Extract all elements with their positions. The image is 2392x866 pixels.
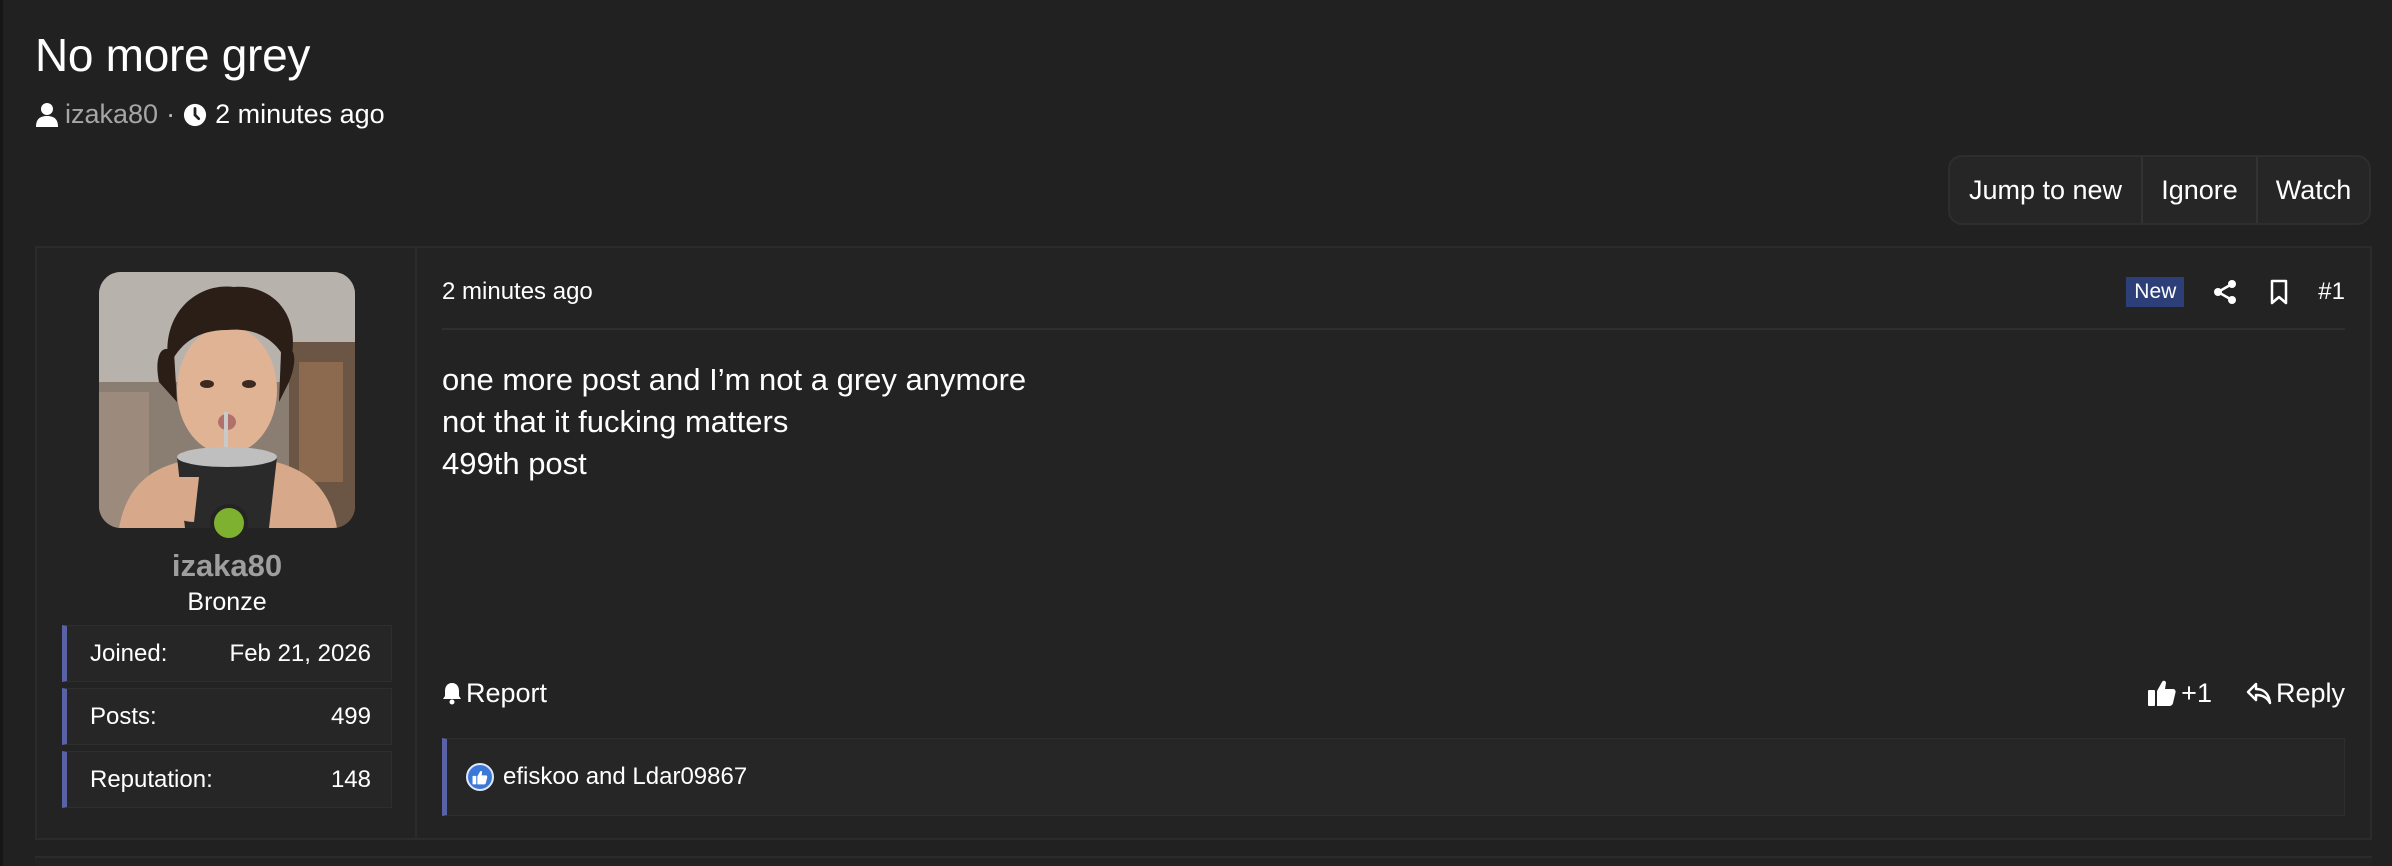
ignore-button[interactable]: Ignore bbox=[2141, 157, 2256, 223]
post-user-cell: izaka80 Bronze Joined: Feb 21, 2026 Post… bbox=[37, 248, 417, 838]
next-post-edge bbox=[35, 856, 2372, 866]
clock-icon bbox=[183, 102, 207, 128]
bookmark-icon[interactable] bbox=[2264, 277, 2294, 307]
page-left-edge bbox=[0, 0, 3, 866]
stat-value: Feb 21, 2026 bbox=[229, 639, 371, 667]
post-body: one more post and I’m not a grey anymore… bbox=[442, 359, 1026, 485]
stat-label: Posts: bbox=[90, 702, 157, 730]
post-line: one more post and I’m not a grey anymore bbox=[442, 362, 1027, 397]
post-actions: Report +1 Reply bbox=[442, 671, 2345, 715]
reply-button[interactable]: Reply bbox=[2246, 678, 2345, 709]
user-title: Bronze bbox=[187, 588, 267, 616]
watch-button[interactable]: Watch bbox=[2256, 157, 2369, 223]
post-header: 2 minutes ago New #1 bbox=[442, 274, 2345, 330]
thread-action-group: Jump to new Ignore Watch bbox=[1948, 155, 2371, 225]
like-button[interactable]: +1 bbox=[2147, 678, 2212, 709]
stat-joined: Joined: Feb 21, 2026 bbox=[62, 625, 392, 682]
stat-label: Reputation: bbox=[90, 765, 213, 793]
avatar[interactable] bbox=[99, 272, 355, 528]
share-icon[interactable] bbox=[2210, 277, 2240, 307]
reactions-bar[interactable]: efiskoo and Ldar09867 bbox=[442, 738, 2345, 816]
stat-label: Joined: bbox=[90, 639, 168, 667]
bell-icon bbox=[443, 683, 461, 705]
reactions-text[interactable]: efiskoo and Ldar09867 bbox=[503, 763, 747, 791]
thread-title: No more grey bbox=[35, 29, 311, 81]
online-status-indicator bbox=[210, 504, 248, 542]
post-line: not that it fucking matters bbox=[442, 404, 789, 439]
stat-value: 148 bbox=[330, 765, 371, 793]
user-icon bbox=[35, 102, 59, 128]
post-number-link[interactable]: #1 bbox=[2318, 278, 2345, 306]
post-line: 499th post bbox=[442, 446, 587, 481]
thread-author-link[interactable]: izaka80 bbox=[65, 99, 158, 130]
like-label: +1 bbox=[2181, 677, 2212, 708]
report-label: Report bbox=[466, 677, 548, 708]
post-container: izaka80 Bronze Joined: Feb 21, 2026 Post… bbox=[35, 246, 2372, 840]
post-date[interactable]: 2 minutes ago bbox=[442, 278, 593, 306]
thread-meta: izaka80 · 2 minutes ago bbox=[35, 99, 385, 130]
post-header-actions: New #1 bbox=[2126, 274, 2345, 310]
post-username[interactable]: izaka80 bbox=[37, 548, 417, 584]
thumbs-up-icon bbox=[2148, 680, 2176, 706]
jump-to-new-button[interactable]: Jump to new bbox=[1950, 157, 2141, 223]
post-actions-right: +1 Reply bbox=[2147, 678, 2345, 709]
report-button[interactable]: Report bbox=[442, 678, 547, 709]
reply-label: Reply bbox=[2275, 677, 2345, 708]
stat-reputation: Reputation: 148 bbox=[62, 751, 392, 808]
meta-separator: · bbox=[166, 99, 176, 129]
thread-time[interactable]: 2 minutes ago bbox=[215, 99, 385, 130]
user-stats: Joined: Feb 21, 2026 Posts: 499 Reputati… bbox=[62, 625, 392, 814]
post-main-cell: 2 minutes ago New #1 one more post and I… bbox=[418, 248, 2370, 838]
stat-posts: Posts: 499 bbox=[62, 688, 392, 745]
like-reaction-icon bbox=[466, 763, 494, 791]
stat-value[interactable]: 499 bbox=[331, 703, 371, 731]
reply-icon bbox=[2246, 682, 2272, 705]
new-badge: New bbox=[2126, 277, 2185, 307]
